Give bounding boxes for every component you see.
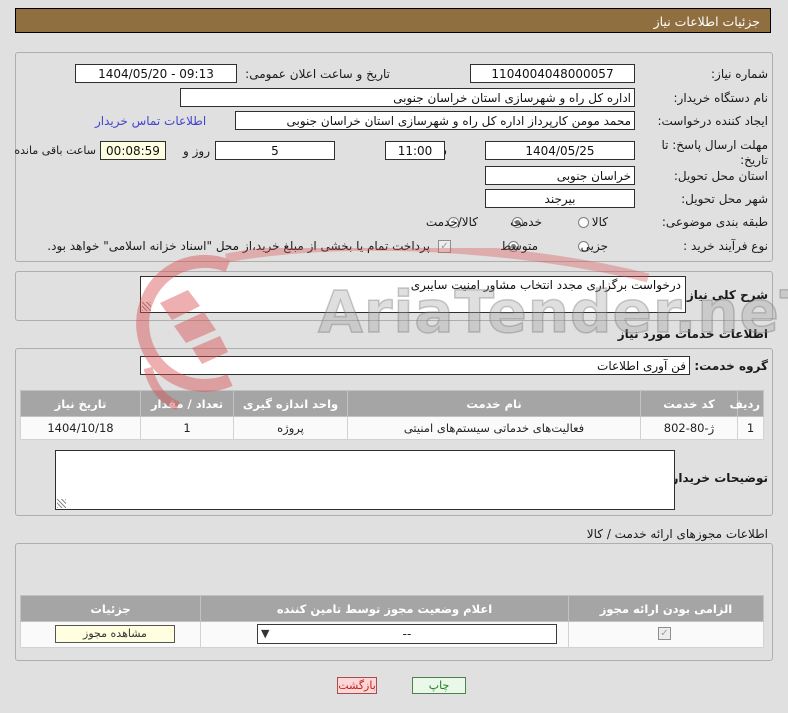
days-label: روز و bbox=[183, 144, 210, 158]
cell-row-number: 1 bbox=[737, 416, 764, 440]
cell-service-code: 802-80-ژ bbox=[640, 416, 738, 440]
print-button[interactable]: چاپ bbox=[412, 677, 466, 694]
buyer-org-label: نام دستگاه خریدار: bbox=[673, 91, 769, 105]
deadline-time-input[interactable] bbox=[385, 141, 445, 160]
col-license-required: الزامی بودن ارائه مجوز bbox=[568, 595, 764, 622]
city-input[interactable] bbox=[485, 189, 635, 208]
resize-grip-icon[interactable] bbox=[142, 302, 151, 311]
city-label: شهر محل تحویل: bbox=[681, 192, 768, 206]
need-desc-textarea[interactable]: درخواست برگزاری مجدد انتخاب مشاور امنیت … bbox=[140, 276, 686, 313]
cell-quantity: 1 bbox=[140, 416, 234, 440]
view-license-button[interactable]: مشاهده مجوز bbox=[55, 625, 175, 643]
creator-label: ایجاد کننده درخواست: bbox=[657, 114, 768, 128]
col-unit: واحد اندازه گیری bbox=[233, 390, 348, 417]
radio-goods-service-label: کالا/خدمت bbox=[425, 215, 478, 229]
col-service-code: کد خدمت bbox=[640, 390, 738, 417]
services-table: ردیف کد خدمت نام خدمت واحد اندازه گیری ت… bbox=[20, 390, 764, 440]
deadline-label: مهلت ارسال پاسخ: تا تاریخ: bbox=[661, 138, 768, 167]
buyer-contact-link[interactable]: اطلاعات تماس خریدار bbox=[95, 114, 206, 128]
buyer-org-input[interactable] bbox=[180, 88, 635, 107]
licenses-section-title: اطلاعات مجوزهای ارائه خدمت / کالا bbox=[586, 527, 768, 541]
remaining-label: ساعت باقی مانده bbox=[14, 144, 96, 157]
cell-service-name: فعالیت‌های خدماتی سیستم‌های امنیتی bbox=[347, 416, 641, 440]
buyer-notes-label: توضیحات خریدار: bbox=[666, 471, 768, 485]
col-details: جزئیات bbox=[20, 595, 201, 622]
resize-grip-icon[interactable] bbox=[57, 499, 66, 508]
buyer-notes-textarea[interactable] bbox=[55, 450, 675, 510]
cell-unit: پروژه bbox=[233, 416, 348, 440]
need-desc-label: شرح کلی نیاز: bbox=[682, 288, 768, 302]
license-status-value: -- bbox=[402, 627, 412, 641]
creator-input[interactable] bbox=[235, 111, 635, 130]
radio-goods-label: کالا bbox=[591, 215, 608, 229]
services-section-title: اطلاعات خدمات مورد نیاز bbox=[617, 327, 768, 341]
cell-need-date: 1404/10/18 bbox=[20, 416, 141, 440]
announce-datetime-label: تاریخ و ساعت اعلان عمومی: bbox=[245, 67, 390, 81]
need-number-label: شماره نیاز: bbox=[711, 67, 768, 81]
licenses-table-header-row: الزامی بودن ارائه مجوز اعلام وضعیت مجوز … bbox=[20, 595, 764, 622]
radio-medium-label: متوسط bbox=[500, 239, 538, 253]
col-service-name: نام خدمت bbox=[347, 390, 641, 417]
deadline-date-input[interactable] bbox=[485, 141, 635, 160]
radio-partial-label: جزیی bbox=[580, 239, 608, 253]
process-type-label: نوع فرآیند خرید : bbox=[683, 239, 768, 253]
license-required-checkbox[interactable] bbox=[658, 627, 671, 640]
province-label: استان محل تحویل: bbox=[673, 169, 768, 183]
col-need-date: تاریخ نیاز bbox=[20, 390, 141, 417]
classification-label: طبقه بندی موضوعی: bbox=[661, 215, 768, 229]
need-number-input[interactable] bbox=[470, 64, 635, 83]
treasury-checkbox[interactable] bbox=[438, 240, 451, 253]
page-title: جزئیات اطلاعات نیاز bbox=[15, 8, 771, 33]
page: جزئیات اطلاعات نیاز شماره نیاز: تاریخ و … bbox=[0, 0, 788, 713]
service-group-input[interactable] bbox=[140, 356, 690, 375]
radio-service-label: خدمت bbox=[510, 215, 542, 229]
radio-goods[interactable] bbox=[578, 217, 589, 228]
province-input[interactable] bbox=[485, 166, 635, 185]
days-remaining-input[interactable] bbox=[215, 141, 335, 160]
col-license-status: اعلام وضعیت مجوز توسط تامین کننده bbox=[200, 595, 569, 622]
services-table-header-row: ردیف کد خدمت نام خدمت واحد اندازه گیری ت… bbox=[20, 390, 764, 417]
announce-datetime-input[interactable] bbox=[75, 64, 237, 83]
col-quantity: تعداد / مقدار bbox=[140, 390, 234, 417]
countdown-input[interactable] bbox=[100, 141, 166, 160]
license-status-select[interactable]: ▼ -- bbox=[257, 624, 557, 644]
table-row: 1 802-80-ژ فعالیت‌های خدماتی سیستم‌های ا… bbox=[20, 416, 764, 440]
back-button[interactable]: بازگشت bbox=[337, 677, 377, 694]
col-row-number: ردیف bbox=[729, 390, 764, 417]
treasury-note: پرداخت تمام یا بخشی از مبلغ خرید،از محل … bbox=[47, 239, 430, 253]
service-group-label: گروه خدمت: bbox=[694, 359, 768, 373]
